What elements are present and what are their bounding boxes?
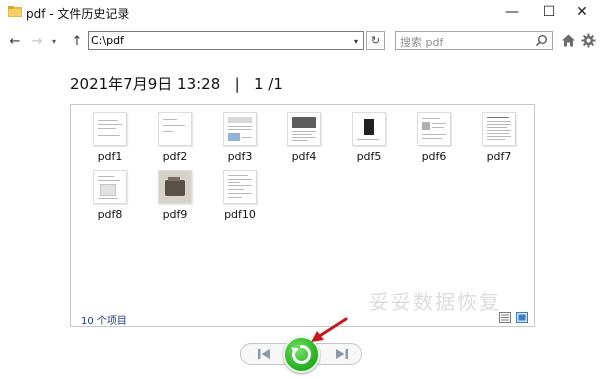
backup-date: 2021年7月9日 13:28: [70, 75, 221, 93]
navigation-bar: ← → ▾ ↑ C:\pdf ▾ ↻ 搜索 pdf: [0, 29, 600, 53]
file-item[interactable]: pdf9: [151, 170, 199, 221]
previous-version-icon[interactable]: [252, 345, 278, 363]
file-label: pdf4: [291, 150, 317, 163]
minimize-button[interactable]: —: [496, 0, 528, 24]
forward-arrow-icon: →: [31, 33, 43, 49]
document-thumbnail-icon: [417, 112, 451, 146]
document-thumbnail-icon: [352, 112, 386, 146]
home-icon[interactable]: [561, 33, 576, 48]
minimize-icon: —: [505, 4, 519, 20]
photo-thumbnail-icon: [158, 170, 192, 204]
restore-icon: [291, 344, 311, 364]
back-button[interactable]: ←: [6, 29, 24, 53]
refresh-button[interactable]: ↻: [366, 31, 385, 50]
close-icon: ✕: [576, 4, 588, 20]
up-arrow-icon: ↑: [71, 33, 83, 49]
large-icons-view-icon[interactable]: [516, 312, 528, 323]
document-thumbnail-icon: [223, 170, 257, 204]
version-page: 1 /1: [253, 75, 283, 93]
address-path: C:\pdf: [91, 34, 124, 47]
file-label: pdf7: [486, 150, 512, 163]
file-item[interactable]: pdf3: [216, 112, 264, 163]
document-thumbnail-icon: [223, 112, 257, 146]
next-version-icon[interactable]: [328, 345, 354, 363]
search-placeholder: 搜索 pdf: [400, 36, 444, 49]
document-thumbnail-icon: [93, 112, 127, 146]
file-label: pdf9: [162, 208, 188, 221]
file-item[interactable]: pdf2: [151, 112, 199, 163]
file-label: pdf1: [97, 150, 123, 163]
heading-separator: |: [234, 75, 240, 93]
file-label: pdf3: [227, 150, 253, 163]
up-button[interactable]: ↑: [69, 29, 85, 53]
item-count: 10 个项目: [81, 316, 127, 327]
close-button[interactable]: ✕: [566, 0, 598, 24]
document-thumbnail-icon: [287, 112, 321, 146]
back-arrow-icon: ←: [9, 33, 21, 49]
file-item[interactable]: pdf4: [280, 112, 328, 163]
file-item[interactable]: pdf6: [410, 112, 458, 163]
refresh-icon: ↻: [370, 34, 381, 47]
file-label: pdf6: [421, 150, 447, 163]
file-label: pdf8: [97, 208, 123, 221]
address-bar[interactable]: C:\pdf ▾: [88, 31, 364, 50]
window-title: pdf - 文件历史记录: [26, 7, 130, 21]
file-label: pdf10: [224, 208, 256, 221]
annotation-arrow-icon: [311, 317, 348, 342]
file-item[interactable]: pdf5: [345, 112, 393, 163]
recent-locations-button[interactable]: ▾: [48, 29, 60, 53]
file-item[interactable]: pdf7: [475, 112, 523, 163]
address-dropdown-icon[interactable]: ▾: [351, 35, 361, 47]
search-input[interactable]: 搜索 pdf: [395, 31, 553, 50]
document-thumbnail-icon: [158, 112, 192, 146]
file-item[interactable]: pdf10: [216, 170, 264, 221]
file-item[interactable]: pdf8: [86, 170, 134, 221]
folder-icon: [8, 6, 22, 17]
document-thumbnail-icon: [93, 170, 127, 204]
backup-heading: 2021年7月9日 13:28 | 1 /1: [70, 73, 283, 94]
title-bar: pdf - 文件历史记录 — ☐ ✕: [0, 0, 600, 24]
search-icon[interactable]: [535, 34, 548, 47]
gear-icon[interactable]: [581, 33, 596, 48]
file-item[interactable]: pdf1: [86, 112, 134, 163]
file-label: pdf2: [162, 150, 188, 163]
forward-button[interactable]: →: [29, 29, 45, 53]
file-label: pdf5: [356, 150, 382, 163]
maximize-button[interactable]: ☐: [533, 0, 565, 24]
chevron-down-icon: ▾: [51, 36, 56, 46]
maximize-icon: ☐: [542, 4, 556, 20]
watermark: 妥妥数据恢复: [369, 290, 501, 314]
document-thumbnail-icon: [482, 112, 516, 146]
